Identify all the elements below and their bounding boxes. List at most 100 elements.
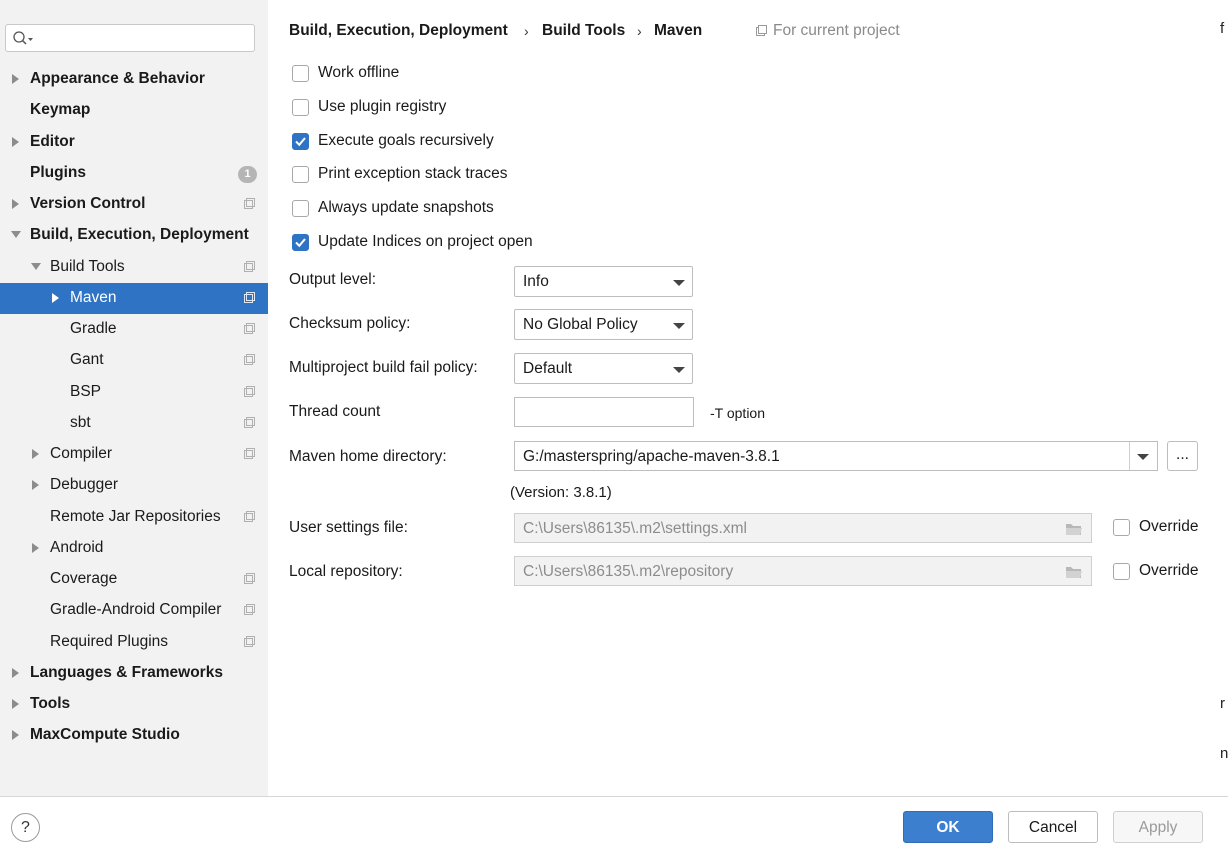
sidebar-item-label: Android (50, 539, 104, 556)
sidebar-item-tools[interactable]: Tools (0, 689, 268, 720)
sidebar-item-label: Debugger (50, 476, 119, 493)
breadcrumb-separator-icon: › (524, 23, 529, 39)
sidebar-item-label: BSP (70, 383, 102, 400)
sidebar-item-gradle[interactable]: Gradle (0, 314, 268, 345)
sidebar-item-compiler[interactable]: Compiler (0, 439, 268, 470)
sidebar-item-label: Build, Execution, Deployment (30, 226, 249, 243)
checkbox-checked[interactable] (292, 133, 309, 150)
sidebar-item-label: Remote Jar Repositories (50, 508, 221, 525)
plugins-update-badge: 1 (238, 166, 257, 183)
maven-home-combobox[interactable]: G:/masterspring/apache-maven-3.8.1 (514, 441, 1158, 471)
user-settings-value: C:\Users\86135\.m2\settings.xml (523, 520, 747, 537)
sidebar-item-label: Languages & Frameworks (30, 664, 223, 681)
expand-right-icon[interactable] (10, 667, 22, 679)
breadcrumb-build-tools: Build Tools (542, 22, 626, 39)
checkbox[interactable] (1113, 563, 1130, 580)
sidebar-item-build-execution-deployment[interactable]: Build, Execution, Deployment (0, 220, 268, 251)
fail-policy-select[interactable]: Default (514, 353, 693, 384)
expand-right-icon[interactable] (30, 542, 42, 554)
apply-button[interactable]: Apply (1113, 811, 1203, 843)
expand-right-icon[interactable] (30, 479, 42, 491)
breadcrumb-maven: Maven (654, 22, 703, 39)
checkbox-checked[interactable] (292, 234, 309, 251)
help-icon: ? (21, 819, 30, 836)
sidebar-item-remote-jar-repositories[interactable]: Remote Jar Repositories (0, 502, 268, 533)
browse-maven-home-button[interactable]: ... (1167, 441, 1198, 471)
sidebar-item-build-tools[interactable]: Build Tools (0, 252, 268, 283)
output-level-label: Output level: (289, 271, 377, 288)
expand-right-icon[interactable] (10, 729, 22, 741)
project-level-icon (244, 261, 255, 272)
user-settings-input[interactable]: C:\Users\86135\.m2\settings.xml (514, 513, 1092, 543)
expand-down-icon[interactable] (10, 229, 22, 241)
breadcrumb-separator-icon: › (637, 23, 642, 39)
checksum-policy-label: Checksum policy: (289, 315, 411, 332)
settings-sidebar: Appearance & Behavior Keymap Editor Plugins… (0, 0, 268, 796)
local-repository-input[interactable]: C:\Users\86135\.m2\repository (514, 556, 1092, 586)
project-level-icon (244, 354, 255, 365)
sidebar-item-required-plugins[interactable]: Required Plugins (0, 627, 268, 658)
maven-home-value: G:/masterspring/apache-maven-3.8.1 (523, 448, 780, 465)
sidebar-item-maven[interactable]: Maven (0, 283, 268, 314)
sidebar-item-gant[interactable]: Gant (0, 345, 268, 376)
project-level-icon (244, 386, 255, 397)
apply-label: Apply (1138, 819, 1178, 836)
output-level-select[interactable]: Info (514, 266, 693, 297)
sidebar-item-gradle-android-compiler[interactable]: Gradle-Android Compiler (0, 595, 268, 626)
maven-version-text: (Version: 3.8.1) (510, 484, 612, 501)
cancel-button[interactable]: Cancel (1008, 811, 1098, 843)
expand-right-icon[interactable] (10, 198, 22, 210)
project-level-icon (244, 573, 255, 584)
scope-indicator: For current project (756, 22, 900, 40)
checkbox[interactable] (292, 200, 309, 217)
option-label: Update Indices on project open (318, 233, 533, 250)
sidebar-item-sbt[interactable]: sbt (0, 408, 268, 439)
chevron-down-icon (673, 323, 685, 329)
checksum-policy-select[interactable]: No Global Policy (514, 309, 693, 340)
search-input[interactable] (5, 24, 255, 52)
checkbox[interactable] (1113, 519, 1130, 536)
expand-down-icon[interactable] (30, 261, 42, 273)
sidebar-item-label: Editor (30, 133, 75, 150)
project-level-icon (244, 292, 255, 303)
project-level-icon (244, 448, 255, 459)
breadcrumb-build-execution: Build, Execution, Deployment (289, 22, 508, 39)
expand-right-icon[interactable] (10, 698, 22, 710)
sidebar-item-appearance-behavior[interactable]: Appearance & Behavior (0, 64, 268, 95)
project-level-icon (244, 417, 255, 428)
sidebar-item-label: Build Tools (50, 258, 125, 275)
expand-right-icon[interactable] (30, 448, 42, 460)
sidebar-item-coverage[interactable]: Coverage (0, 564, 268, 595)
sidebar-item-plugins[interactable]: Plugins 1 (0, 158, 268, 189)
sidebar-item-bsp[interactable]: BSP (0, 377, 268, 408)
project-level-icon (244, 198, 255, 209)
sidebar-item-keymap[interactable]: Keymap (0, 95, 268, 126)
sidebar-item-label: Maven (70, 289, 117, 306)
sidebar-item-languages-frameworks[interactable]: Languages & Frameworks (0, 658, 268, 689)
expand-right-icon[interactable] (10, 136, 22, 148)
checkbox[interactable] (292, 65, 309, 82)
project-level-icon (244, 604, 255, 615)
fail-policy-label: Multiproject build fail policy: (289, 359, 478, 376)
sidebar-item-label: Gant (70, 351, 104, 368)
checkbox[interactable] (292, 166, 309, 183)
option-label: Use plugin registry (318, 98, 447, 115)
sidebar-item-editor[interactable]: Editor (0, 127, 268, 158)
chevron-down-icon[interactable] (1137, 453, 1149, 461)
checkbox[interactable] (292, 99, 309, 116)
folder-icon[interactable] (1065, 522, 1083, 536)
sidebar-item-label: Coverage (50, 570, 118, 587)
sidebar-item-maxcompute-studio[interactable]: MaxCompute Studio (0, 720, 268, 751)
sidebar-item-android[interactable]: Android (0, 533, 268, 564)
thread-count-input[interactable] (514, 397, 694, 427)
search-icon (13, 31, 33, 45)
sidebar-item-label: Gradle (70, 320, 117, 337)
sidebar-item-version-control[interactable]: Version Control (0, 189, 268, 220)
ok-button[interactable]: OK (903, 811, 993, 843)
expand-right-icon[interactable] (10, 73, 22, 85)
folder-icon[interactable] (1065, 565, 1083, 579)
sidebar-item-label: MaxCompute Studio (30, 726, 180, 743)
expand-right-icon[interactable] (50, 292, 62, 304)
sidebar-item-debugger[interactable]: Debugger (0, 470, 268, 501)
local-repository-label: Local repository: (289, 563, 403, 580)
